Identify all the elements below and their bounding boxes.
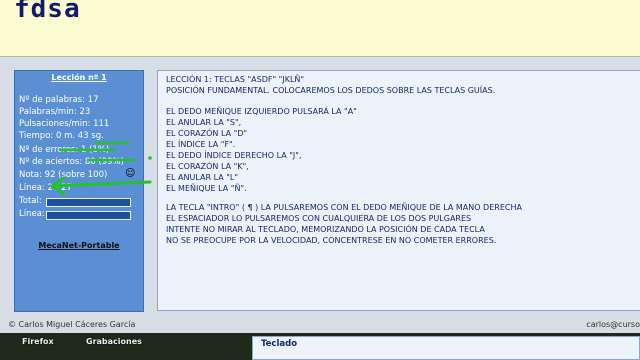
lesson-line-12: EL ESPACIADOR LO PULSAREMOS CON CUALQUIE… [166,214,472,223]
stat-hits: Nº de aciertos: 80 (99%) [19,157,124,167]
taskbar-recordings[interactable]: Grabaciones [86,337,142,346]
lesson-line-10: EL MEÑIQUE LA "Ñ". [166,184,247,193]
typed-text: fdsa [14,0,81,24]
keyboard-panel[interactable]: Teclado [252,336,640,360]
stat-errors: Nº de errores: 1 (1%) [19,145,110,155]
lesson-line-8: EL CORAZÓN LA "K", [166,162,249,171]
stat-time: Tiempo: 0 m. 43 sg. [19,131,104,141]
typing-area[interactable]: fdsa [0,0,640,57]
author-credit: © Carlos Miguel Cáceres García [8,320,136,329]
lesson-line-11: LA TECLA "INTRO" ( ¶ ) LA PULSAREMOS CON… [166,203,522,212]
author-email[interactable]: carlos@curso [586,320,640,329]
total-label: Total: [19,196,42,206]
lesson-line-2: POSICIÓN FUNDAMENTAL. COLOCAREMOS LOS DE… [166,86,496,95]
lesson-line-13: INTENTE NO MIRAR AL TECLADO, MEMORIZANDO… [166,225,485,234]
stat-words-per-min: Palabras/min: 23 [19,107,91,117]
stat-grade: Nota: 92 (sobre 100) [19,170,108,180]
keyboard-label: Teclado [261,339,298,349]
lesson-text-box: LECCIÓN 1: TECLAS "ASDF" "JKLÑ" POSICIÓN… [157,70,640,311]
lesson-line-14: NO SE PREOCUPE POR LA VELOCIDAD, CONCENT… [166,236,497,245]
app-name[interactable]: MecaNet-Portable [15,241,143,250]
line-label: Línea: [19,209,45,219]
smiley-icon: ☺ [125,168,136,179]
stat-words: Nº de palabras: 17 [19,95,99,105]
taskbar-firefox[interactable]: Firefox [22,337,54,346]
stat-keys-per-min: Pulsaciones/min: 111 [19,119,110,129]
line-progress-bar [46,211,131,220]
lesson-line-5: EL CORAZÓN LA "D" [166,129,248,138]
stat-line: Línea: 2 / 27 [19,183,72,193]
lesson-line-9: EL ANULAR LA "L" [166,173,239,182]
lesson-line-3: EL DEDO MEÑIQUE IZQUIERDO PULSARÁ LA "A" [166,107,357,116]
total-progress-bar [46,198,131,207]
stats-panel: Lección nº 1 Nº de palabras: 17 Palabras… [14,70,144,312]
lesson-line-4: EL ANULAR LA "S", [166,118,242,127]
lesson-line-1: LECCIÓN 1: TECLAS "ASDF" "JKLÑ" [166,75,305,84]
lesson-number: Lección nº 1 [51,73,107,82]
annotation-dot [148,156,152,160]
lesson-line-7: EL DEDO ÍNDICE DERECHO LA "J", [166,151,302,160]
lesson-line-6: EL ÍNDICE LA "F". [166,140,236,149]
